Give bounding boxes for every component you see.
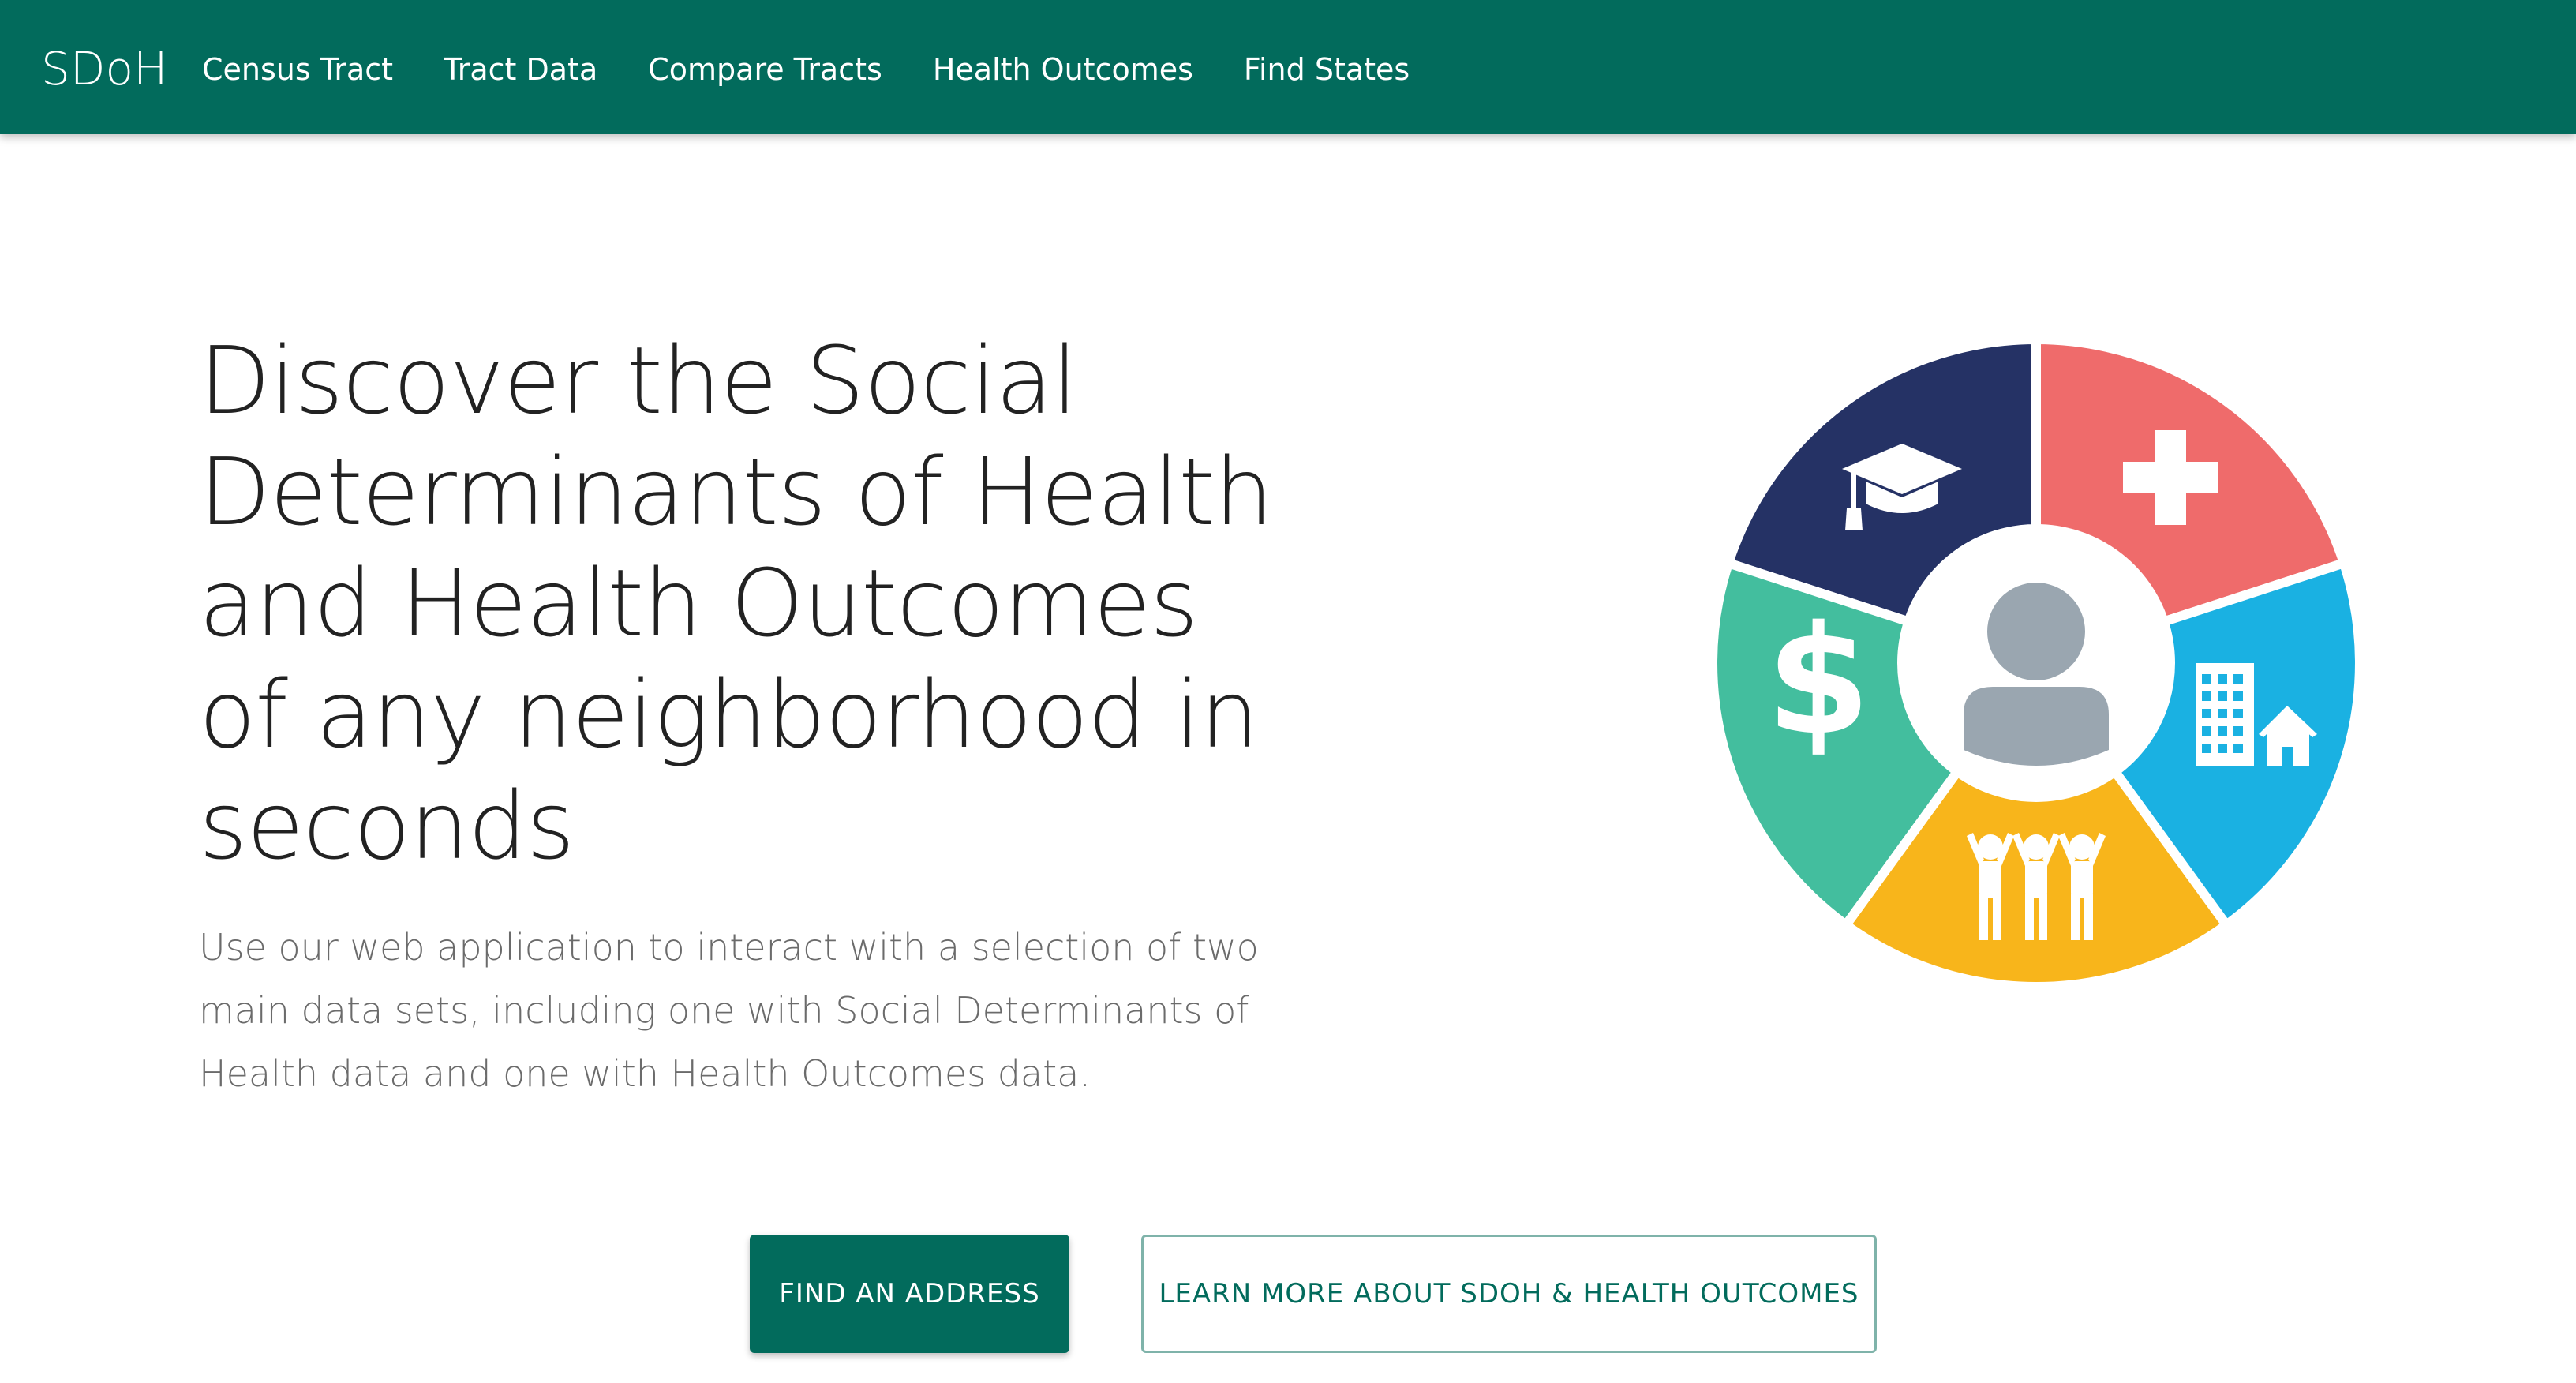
nav-link-find-states[interactable]: Find States [1244, 47, 1410, 92]
hero-description: Use our web application to interact with… [199, 926, 1259, 1095]
learn-more-button[interactable]: LEARN MORE ABOUT SDOH & HEALTH OUTCOMES [1141, 1235, 1877, 1353]
nav-link-census-tract[interactable]: Census Tract [202, 47, 393, 92]
top-navbar: SDoH Census Tract Tract Data Compare Tra… [0, 0, 2576, 134]
nav-link-health-outcomes[interactable]: Health Outcomes [933, 47, 1193, 92]
dollar-sign-icon: $ [1766, 594, 1870, 768]
brand-logo[interactable]: SDoH [41, 41, 168, 96]
hero-title: Discover the Social Determinants of Heal… [199, 326, 1273, 880]
nav-link-compare-tracts[interactable]: Compare Tracts [648, 47, 882, 92]
sdoh-wheel-illustration: $ [1708, 335, 2364, 991]
find-address-button[interactable]: FIND AN ADDRESS [750, 1235, 1069, 1353]
nav-menu: Census Tract Tract Data Compare Tracts H… [202, 47, 1460, 92]
nav-link-tract-data[interactable]: Tract Data [444, 47, 597, 92]
